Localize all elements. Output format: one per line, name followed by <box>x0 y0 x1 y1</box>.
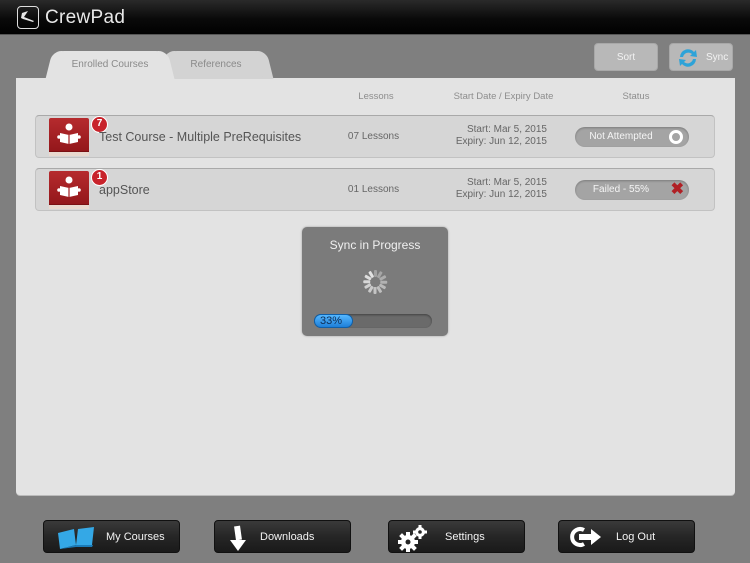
course-book-icon: 1 <box>49 169 108 209</box>
crewpad-logo-icon <box>17 6 39 29</box>
status-text: Not Attempted <box>589 131 653 142</box>
course-name: Test Course - Multiple PreRequisites <box>99 130 302 144</box>
sync-progress-bar: 33% <box>314 314 432 328</box>
course-book-icon: 7 <box>49 116 108 156</box>
spinner-tick <box>380 280 388 284</box>
spinner-tick <box>374 287 377 294</box>
loading-spinner-icon <box>363 270 388 294</box>
course-name: appStore <box>99 183 150 197</box>
progress-label: 33% <box>320 315 343 327</box>
course-row[interactable]: 7 Test Course - Multiple PreRequisites 0… <box>35 115 715 158</box>
sync-dialog-title: Sync in Progress <box>329 238 421 252</box>
column-header-lessons: Lessons <box>358 91 394 102</box>
spinner-tick <box>363 280 371 284</box>
column-header-status: Status <box>622 91 650 102</box>
course-dates: Start: Mar 5, 2015 Expiry: Jun 12, 2015 <box>426 177 547 201</box>
course-row[interactable]: 1 appStore 01 Lessons Start: Mar 5, 2015… <box>35 168 715 211</box>
sync-button[interactable]: Sync <box>669 43 733 71</box>
expiry-date: Expiry: Jun 12, 2015 <box>455 136 547 147</box>
status-text: Failed - 55% <box>592 184 650 195</box>
expiry-date: Expiry: Jun 12, 2015 <box>455 189 547 200</box>
start-date: Start: Mar 5, 2015 <box>466 177 547 188</box>
sync-label: Sync <box>706 52 729 63</box>
start-date: Start: Mar 5, 2015 <box>466 124 547 135</box>
settings-button[interactable]: Settings <box>388 520 525 553</box>
logout-icon <box>570 527 601 547</box>
downloads-button[interactable]: Downloads <box>214 520 351 553</box>
my-courses-button[interactable]: My Courses <box>43 520 180 553</box>
tab-label: Enrolled Courses <box>71 59 149 70</box>
circle-icon <box>669 130 683 144</box>
app-title: CrewPad <box>45 7 126 28</box>
download-icon <box>230 525 246 551</box>
sync-icon <box>679 49 697 67</box>
sync-progress-dialog: Sync in Progress 33% <box>302 227 448 336</box>
nav-label: Log Out <box>616 531 656 543</box>
book-icon <box>58 527 94 549</box>
nav-label: My Courses <box>106 531 165 543</box>
x-icon: ✖ <box>670 181 684 198</box>
tab-references[interactable]: References <box>168 51 264 79</box>
nav-label: Downloads <box>260 531 315 543</box>
tab-label: References <box>190 59 242 70</box>
column-header-dates: Start Date / Expiry Date <box>453 91 554 102</box>
lesson-count: 01 Lessons <box>347 184 400 195</box>
log-out-button[interactable]: Log Out <box>558 520 695 553</box>
top-bar: CrewPad <box>0 0 750 35</box>
sort-button[interactable]: Sort <box>594 43 658 71</box>
course-dates: Start: Mar 5, 2015 Expiry: Jun 12, 2015 <box>426 124 547 148</box>
tab-enrolled-courses[interactable]: Enrolled Courses <box>55 51 165 79</box>
nav-label: Settings <box>445 531 485 543</box>
status-pill: Not Attempted <box>575 127 689 147</box>
gears-icon <box>398 525 427 552</box>
lesson-count: 07 Lessons <box>347 131 400 142</box>
status-pill: Failed - 55% ✖ <box>575 180 689 200</box>
